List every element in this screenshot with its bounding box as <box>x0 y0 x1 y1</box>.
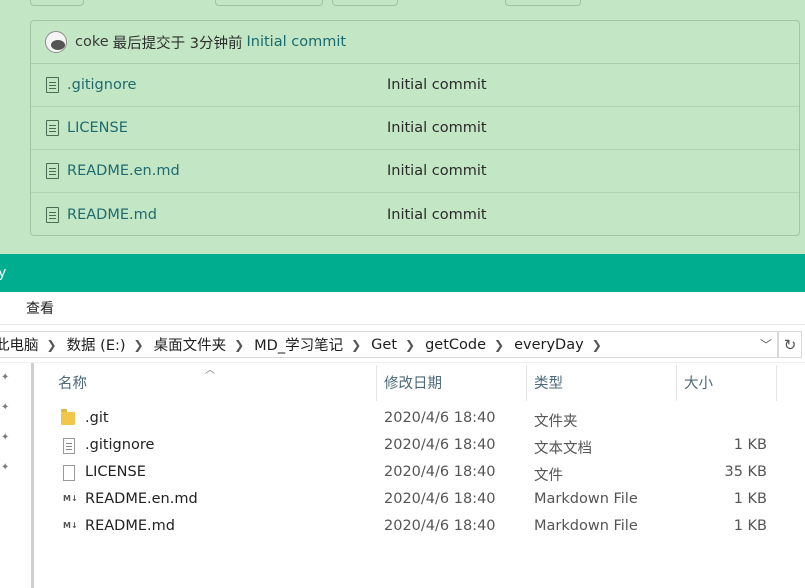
file-icon <box>46 120 59 136</box>
pin-icon[interactable]: ✦ <box>1 433 10 443</box>
commit-message-link[interactable]: Initial commit <box>247 34 347 50</box>
refresh-icon[interactable]: ↻ <box>778 331 802 358</box>
tab-stub <box>215 0 323 6</box>
breadcrumb-item[interactable]: 数据 (E:) ❯ <box>67 334 144 355</box>
address-row: 此电脑 ❯ 数据 (E:) ❯ 桌面文件夹 ❯ MD_学习笔记 ❯ Get ❯ getCo… <box>0 325 805 363</box>
file-type: 文本文档 <box>534 441 592 457</box>
file-list: .git 2020/4/6 18:40 文件夹 .gitignore 2020/… <box>48 406 778 541</box>
column-header-name[interactable]: 名称 <box>58 373 87 395</box>
markdown-file-icon: M↓ <box>63 519 78 533</box>
column-header-type[interactable]: 类型 <box>534 373 563 395</box>
repo-file-row: LICENSE Initial commit <box>31 107 799 150</box>
sort-ascending-icon: ︿ <box>205 365 215 376</box>
file-row[interactable]: M↓ README.en.md 2020/4/6 18:40 Markdown … <box>48 487 778 514</box>
repo-file-commit-message[interactable]: Initial commit <box>387 207 487 223</box>
file-icon <box>63 465 75 481</box>
chevron-down-icon[interactable]: ﹀ <box>755 332 777 357</box>
folder-icon <box>61 409 75 425</box>
breadcrumb-item[interactable]: Get ❯ <box>371 337 415 353</box>
file-type: Markdown File <box>534 518 638 534</box>
chevron-right-icon[interactable]: ❯ <box>405 338 415 352</box>
repo-file-commit-message[interactable]: Initial commit <box>387 163 487 179</box>
ribbon: 查看 <box>0 292 805 325</box>
file-row[interactable]: .gitignore 2020/4/6 18:40 文本文档 1 KB <box>48 433 778 460</box>
file-explorer-window: y 查看 此电脑 ❯ 数据 (E:) ❯ 桌面文件夹 ❯ MD_学习笔记 ❯ Get ❯ … <box>0 254 805 588</box>
pin-icon[interactable]: ✦ <box>1 373 10 383</box>
breadcrumb-item[interactable]: MD_学习笔记 ❯ <box>254 334 361 355</box>
file-row[interactable]: .git 2020/4/6 18:40 文件夹 <box>48 406 778 433</box>
breadcrumb-item[interactable]: 桌面文件夹 ❯ <box>154 334 245 355</box>
column-divider[interactable] <box>526 365 527 401</box>
tab-stub <box>505 0 581 6</box>
chevron-right-icon[interactable]: ❯ <box>494 338 504 352</box>
pin-icon[interactable]: ✦ <box>1 463 10 473</box>
file-name: README.md <box>85 518 175 534</box>
file-modified: 2020/4/6 18:40 <box>384 518 496 534</box>
chevron-right-icon[interactable]: ❯ <box>47 338 57 352</box>
column-divider[interactable] <box>376 365 377 401</box>
repo-file-link[interactable]: LICENSE <box>67 120 387 136</box>
avatar[interactable] <box>45 31 67 53</box>
breadcrumb-item[interactable]: getCode ❯ <box>425 337 504 353</box>
repo-file-row: README.md Initial commit <box>31 193 799 236</box>
file-type: 文件 <box>534 468 563 484</box>
breadcrumb-item[interactable]: 此电脑 ❯ <box>0 334 57 355</box>
chevron-right-icon[interactable]: ❯ <box>351 338 361 352</box>
window-title: y <box>0 265 7 281</box>
repo-file-commit-message[interactable]: Initial commit <box>387 120 487 136</box>
file-row[interactable]: M↓ README.md 2020/4/6 18:40 Markdown Fil… <box>48 514 778 541</box>
file-modified: 2020/4/6 18:40 <box>384 491 496 507</box>
column-divider[interactable] <box>676 365 677 401</box>
repo-file-link[interactable]: .gitignore <box>67 77 387 93</box>
file-modified: 2020/4/6 18:40 <box>384 464 496 480</box>
file-modified: 2020/4/6 18:40 <box>384 437 496 453</box>
file-size: 1 KB <box>733 518 767 534</box>
latest-commit-bar: coke 最后提交于 3分钟前 Initial commit <box>31 21 799 64</box>
commit-time-text: 最后提交于 3分钟前 <box>112 35 243 52</box>
column-header-size[interactable]: 大小 <box>684 373 713 395</box>
file-size: 35 KB <box>724 464 767 480</box>
tab-stub <box>332 0 398 6</box>
file-size: 1 KB <box>733 437 767 453</box>
column-header-modified[interactable]: 修改日期 <box>384 373 442 395</box>
tab-stub <box>30 0 84 6</box>
file-name: .git <box>85 410 109 426</box>
file-modified: 2020/4/6 18:40 <box>384 410 496 426</box>
repo-file-commit-message[interactable]: Initial commit <box>387 77 487 93</box>
file-icon <box>46 163 59 179</box>
navigation-pane: ✦ ✦ ✦ ✦ <box>0 363 32 588</box>
chevron-right-icon[interactable]: ❯ <box>134 338 144 352</box>
file-type: 文件夹 <box>534 414 578 430</box>
repo-file-row: .gitignore Initial commit <box>31 64 799 107</box>
scrollbar[interactable] <box>31 363 34 588</box>
file-name: README.en.md <box>85 491 198 507</box>
column-divider[interactable] <box>776 365 777 401</box>
commit-user[interactable]: coke <box>75 34 109 50</box>
column-headers: ︿ 名称 修改日期 类型 大小 <box>48 363 778 405</box>
file-name: .gitignore <box>85 437 155 453</box>
address-bar[interactable]: 此电脑 ❯ 数据 (E:) ❯ 桌面文件夹 ❯ MD_学习笔记 ❯ Get ❯ getCo… <box>0 331 778 358</box>
text-file-icon <box>63 438 75 454</box>
repo-file-link[interactable]: README.en.md <box>67 163 387 179</box>
tab-view[interactable]: 查看 <box>26 298 54 318</box>
breadcrumb-item[interactable]: everyDay ❯ <box>514 337 602 353</box>
file-icon <box>46 77 59 93</box>
window-title-bar[interactable]: y <box>0 254 805 292</box>
file-size: 1 KB <box>733 491 767 507</box>
repo-file-list: coke 最后提交于 3分钟前 Initial commit .gitignor… <box>30 20 800 236</box>
repo-file-link[interactable]: README.md <box>67 207 387 223</box>
file-name: LICENSE <box>85 464 146 480</box>
chevron-right-icon[interactable]: ❯ <box>234 338 244 352</box>
markdown-file-icon: M↓ <box>63 492 78 506</box>
file-row[interactable]: LICENSE 2020/4/6 18:40 文件 35 KB <box>48 460 778 487</box>
file-icon <box>46 206 59 223</box>
pin-icon[interactable]: ✦ <box>1 403 10 413</box>
chevron-right-icon[interactable]: ❯ <box>592 338 602 352</box>
repo-file-row: README.en.md Initial commit <box>31 150 799 193</box>
file-type: Markdown File <box>534 491 638 507</box>
